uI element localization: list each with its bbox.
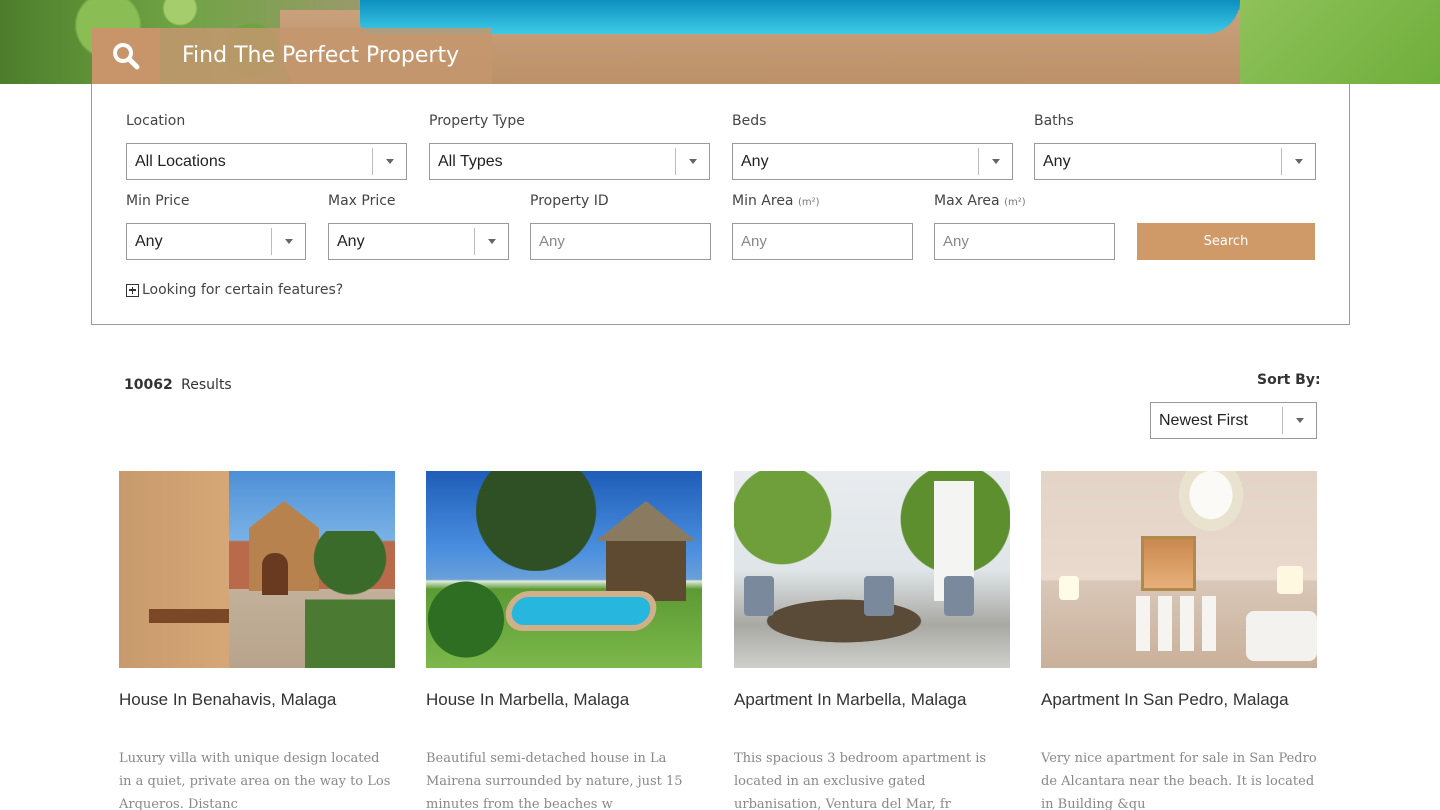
beds-label: Beds [732, 113, 767, 129]
listing-photo[interactable] [426, 471, 702, 668]
photo-table [754, 596, 934, 646]
property-id-label: Property ID [530, 193, 609, 209]
baths-select[interactable]: Any [1034, 143, 1316, 180]
search-panel: Location Property Type Beds Baths All Lo… [91, 84, 1350, 325]
photo-plants [305, 531, 395, 668]
min-price-select[interactable]: Any [126, 223, 306, 260]
min-area-label-text: Min Area [732, 193, 794, 209]
listing-photo[interactable] [734, 471, 1010, 668]
features-link[interactable]: Looking for certain features? [142, 282, 343, 298]
min-area-label: Min Area (m²) [732, 193, 820, 209]
plus-square-icon [126, 283, 139, 297]
listing-description: This spacious 3 bedroom apartment is loc… [734, 751, 987, 810]
min-area-input[interactable] [732, 223, 913, 260]
chevron-down-icon [978, 148, 1012, 175]
listing-photo[interactable] [119, 471, 395, 668]
hero-pool [360, 0, 1240, 34]
max-area-label: Max Area (m²) [934, 193, 1026, 209]
location-label: Location [126, 113, 186, 129]
max-price-select[interactable]: Any [328, 223, 509, 260]
find-property-header: Find The Perfect Property [92, 28, 492, 84]
photo-chair [944, 576, 974, 616]
min-area-unit: (m²) [797, 197, 820, 208]
photo-villa-door [262, 553, 288, 595]
min-price-select-value: Any [135, 233, 163, 250]
chevron-down-icon [1281, 148, 1315, 175]
listing-title[interactable]: House In Marbella, Malaga [426, 690, 629, 710]
listing-title[interactable]: Apartment In San Pedro, Malaga [1041, 690, 1289, 710]
photo-chair [864, 576, 894, 616]
location-select[interactable]: All Locations [126, 143, 407, 180]
sort-select[interactable]: Newest First [1150, 402, 1317, 439]
listing-photo[interactable] [1041, 471, 1317, 668]
chevron-down-icon [474, 228, 508, 255]
search-icon [92, 28, 160, 84]
photo-shrub [426, 571, 506, 668]
chevron-down-icon [675, 148, 709, 175]
photo-sofa [1246, 611, 1317, 661]
listing-description: Luxury villa with unique design located … [119, 751, 391, 810]
sort-select-value: Newest First [1159, 412, 1248, 429]
photo-painting [1141, 536, 1196, 591]
listing-card[interactable]: House In Marbella, Malaga Beautiful semi… [426, 471, 702, 810]
find-property-title: Find The Perfect Property [160, 28, 492, 84]
photo-pool [502, 591, 660, 631]
baths-select-value: Any [1043, 153, 1071, 170]
features-toggle[interactable]: Looking for certain features? [126, 282, 343, 298]
property-type-label: Property Type [429, 113, 525, 129]
beds-select[interactable]: Any [732, 143, 1013, 180]
property-type-select-value: All Types [438, 153, 503, 170]
listing-description: Very nice apartment for sale in San Pedr… [1041, 751, 1317, 810]
listing-title[interactable]: Apartment In Marbella, Malaga [734, 690, 966, 710]
min-price-label: Min Price [126, 193, 190, 209]
results-count: 10062 Results [124, 377, 232, 393]
photo-bench [149, 609, 229, 623]
max-area-label-text: Max Area [934, 193, 1000, 209]
search-button[interactable]: Search [1137, 223, 1315, 260]
photo-lamp [1277, 566, 1303, 594]
listing-card[interactable]: Apartment In Marbella, Malaga This spaci… [734, 471, 1010, 810]
property-type-select[interactable]: All Types [429, 143, 710, 180]
location-select-value: All Locations [135, 153, 226, 170]
listing-card[interactable]: Apartment In San Pedro, Malaga Very nice… [1041, 471, 1317, 810]
sort-by-label: Sort By: [1257, 372, 1321, 388]
photo-dining-chairs [1136, 596, 1216, 651]
photo-tree [476, 471, 626, 571]
baths-label: Baths [1034, 113, 1074, 129]
results-count-number: 10062 [124, 377, 173, 393]
beds-select-value: Any [741, 153, 769, 170]
chevron-down-icon [372, 148, 406, 175]
photo-chair [744, 576, 774, 616]
listing-description: Beautiful semi-detached house in La Mair… [426, 751, 683, 810]
max-price-label: Max Price [328, 193, 396, 209]
photo-lamp [1059, 576, 1079, 600]
photo-palm [734, 471, 854, 581]
property-id-input[interactable] [530, 223, 711, 260]
chevron-down-icon [271, 228, 305, 255]
hero-lawn [1240, 0, 1440, 84]
listing-card[interactable]: House In Benahavis, Malaga Luxury villa … [119, 471, 395, 810]
max-price-select-value: Any [337, 233, 365, 250]
max-area-input[interactable] [934, 223, 1115, 260]
chevron-down-icon [1282, 407, 1316, 434]
max-area-unit: (m²) [1004, 197, 1026, 208]
listing-title[interactable]: House In Benahavis, Malaga [119, 690, 336, 710]
results-count-label: Results [181, 377, 232, 393]
photo-villa-wall [119, 471, 229, 668]
